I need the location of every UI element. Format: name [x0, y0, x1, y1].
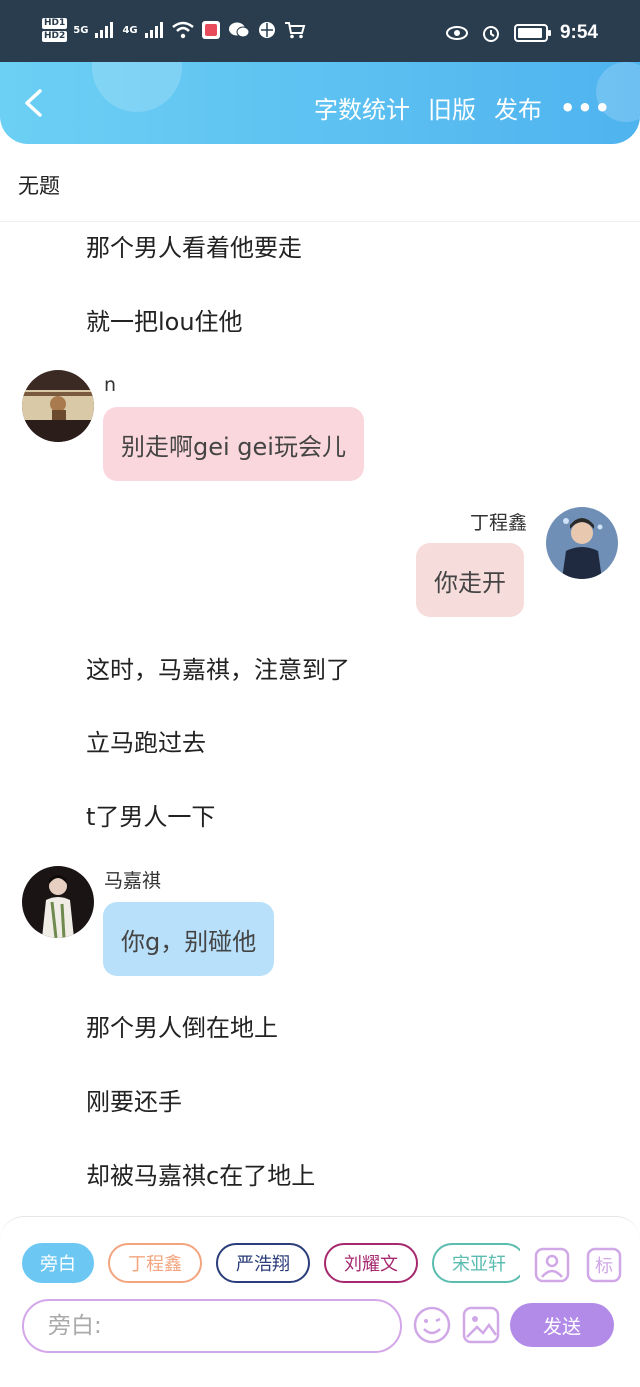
back-arrow-icon[interactable] — [18, 86, 52, 120]
role-chip[interactable]: 严浩翔 — [216, 1243, 310, 1283]
alarm-icon — [482, 26, 499, 42]
eye-icon — [445, 26, 468, 40]
battery-icon — [513, 24, 551, 42]
network-4g-label: 4G — [122, 24, 138, 36]
story-title-bar[interactable]: 无题 — [0, 144, 640, 222]
role-chip[interactable]: 刘耀文 — [324, 1243, 418, 1283]
signal-icon-2 — [144, 22, 163, 38]
publish-button[interactable]: 发布 — [494, 90, 542, 125]
narration-line: 却被马嘉祺c在了地上 — [86, 1162, 316, 1190]
status-right: 9:54 — [445, 22, 598, 44]
status-bar: HD1 HD2 5G 4G 9:54 — [0, 0, 640, 62]
narration-line: 刚要还手 — [86, 1088, 182, 1116]
hd2-badge: HD2 — [42, 31, 68, 42]
avatar-majiaqi[interactable] — [22, 866, 94, 938]
speaker-name: n — [104, 374, 117, 396]
signal-icon — [95, 22, 114, 38]
header-decoration — [92, 62, 182, 112]
role-chip[interactable]: 宋亚轩 — [432, 1243, 520, 1283]
avatar-image — [546, 507, 618, 579]
story-title[interactable]: 无题 — [18, 170, 60, 200]
speaker-name: 马嘉祺 — [104, 870, 162, 892]
status-left: HD1 HD2 5G 4G — [42, 18, 306, 42]
avatar-image — [22, 370, 94, 442]
narration-line: t了男人一下 — [86, 803, 216, 831]
narration-line: 那个男人倒在地上 — [86, 1014, 278, 1042]
chat-bubble[interactable]: 你走开 — [416, 543, 524, 617]
wifi-icon — [171, 21, 194, 39]
editor-header: 字数统计 旧版 发布 ••• — [0, 62, 640, 144]
tag-icon[interactable]: 标 — [586, 1247, 622, 1283]
message-input-wrapper — [22, 1299, 402, 1353]
hd1-badge: HD1 — [42, 18, 68, 29]
character-card-icon[interactable] — [534, 1247, 570, 1283]
svg-text:标: 标 — [595, 1256, 613, 1277]
avatar-image — [22, 866, 94, 938]
network-5g-label: 5G — [73, 24, 89, 36]
send-button[interactable]: 发送 — [510, 1303, 614, 1347]
cart-icon — [284, 22, 305, 39]
role-selector: 旁白 丁程鑫 严浩翔 刘耀文 宋亚轩 — [22, 1243, 520, 1287]
composer-panel: 旁白丁程鑫严浩翔刘耀文宋亚轩 标 发送 — [0, 1216, 640, 1387]
hd-indicators: HD1 HD2 — [42, 18, 68, 42]
narration-line: 那个男人看着他要走 — [86, 234, 302, 262]
speaker-name: 丁程鑫 — [470, 512, 528, 534]
chat-bubble[interactable]: 你g，别碰他 — [103, 902, 275, 976]
old-version-button[interactable]: 旧版 — [428, 90, 476, 125]
narration-line: 就一把lou住他 — [86, 308, 243, 336]
message-input[interactable] — [24, 1301, 400, 1351]
app-notification-icon — [201, 21, 220, 39]
wechat-icon — [228, 22, 250, 38]
clock-time: 9:54 — [559, 22, 598, 43]
avatar-n[interactable] — [22, 370, 94, 442]
more-menu-icon[interactable]: ••• — [560, 94, 612, 122]
role-chip-narrator[interactable]: 旁白 — [22, 1243, 94, 1283]
word-count-button[interactable]: 字数统计 — [314, 90, 410, 125]
narration-line: 这时，马嘉祺，注意到了 — [86, 656, 350, 684]
header-actions: 字数统计 旧版 发布 ••• — [314, 90, 612, 125]
avatar-dingchengxin[interactable] — [546, 507, 618, 579]
emoji-icon[interactable] — [412, 1305, 452, 1345]
chat-bubble[interactable]: 别走啊gei gei玩会儿 — [103, 407, 364, 481]
image-icon[interactable] — [461, 1305, 501, 1345]
role-chip[interactable]: 丁程鑫 — [108, 1243, 202, 1283]
narration-line: 立马跑过去 — [86, 729, 206, 757]
browser-icon — [258, 22, 275, 38]
